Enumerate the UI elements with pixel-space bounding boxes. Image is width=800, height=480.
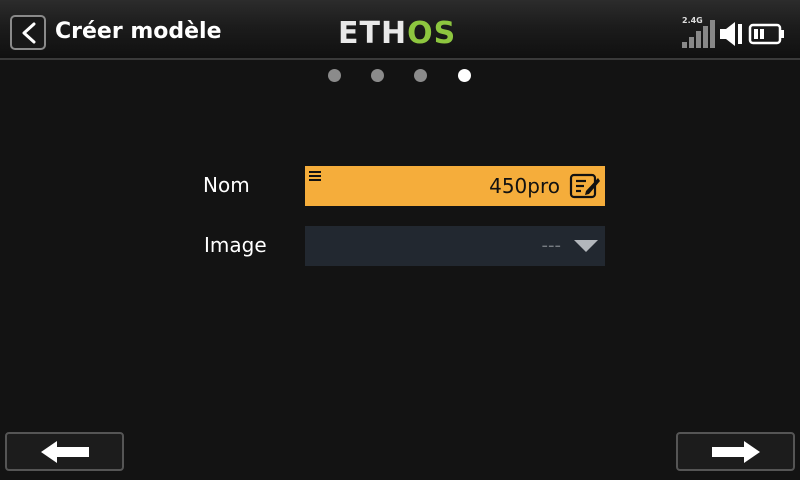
logo-text-eth: ETH — [338, 16, 408, 51]
page-dot-active — [458, 69, 471, 82]
dropdown-arrow-icon — [574, 240, 598, 252]
chevron-left-icon — [22, 22, 36, 44]
model-image-select[interactable]: --- — [305, 226, 605, 266]
header-bar: Créer modèle ETHOS 2.4G — [0, 0, 800, 60]
page-indicator — [328, 69, 478, 83]
page-dot — [371, 69, 384, 82]
page-title: Créer modèle — [55, 19, 222, 44]
model-name-value: 450pro — [489, 174, 560, 198]
previous-button[interactable] — [5, 432, 124, 471]
back-button[interactable] — [10, 15, 46, 50]
edit-icon[interactable] — [569, 173, 601, 199]
image-label: Image — [204, 233, 267, 257]
model-name-field[interactable]: 450pro — [305, 166, 605, 206]
speaker-icon[interactable] — [718, 20, 744, 48]
name-label: Nom — [203, 173, 250, 197]
page-dot — [328, 69, 341, 82]
rssi-band-label: 2.4G — [682, 16, 703, 25]
image-value: --- — [541, 235, 562, 256]
status-area: 2.4G — [680, 16, 790, 50]
ethos-logo: ETHOS — [338, 17, 456, 51]
page-dot — [414, 69, 427, 82]
arrow-right-icon — [712, 441, 760, 463]
menu-icon — [309, 171, 321, 181]
battery-icon — [748, 23, 784, 45]
logo-text-os: OS — [407, 16, 457, 51]
next-button[interactable] — [676, 432, 795, 471]
arrow-left-icon — [41, 441, 89, 463]
